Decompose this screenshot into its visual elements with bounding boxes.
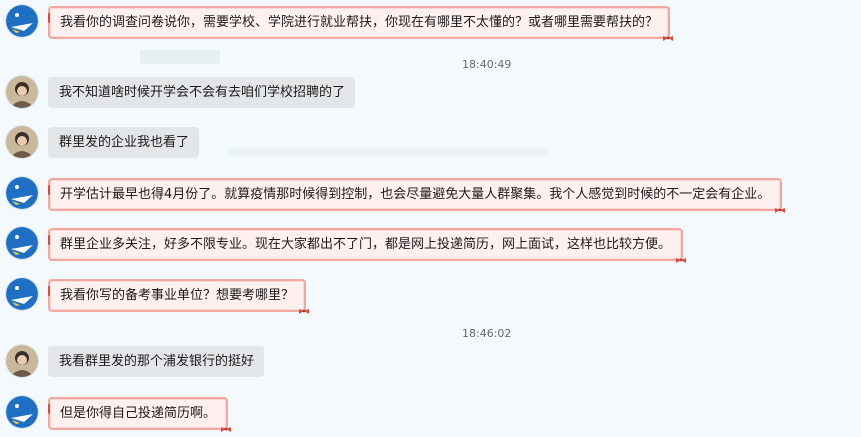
chat-message: 开学估计最早也得4月份了。就算疫情那时候得到控制，也会尽量避免大量人群聚集。我个… xyxy=(6,177,786,213)
timestamp: 18:40:49 xyxy=(462,58,512,71)
message-bubble[interactable]: 我看你的调查问卷说你，需要学校、学院进行就业帮扶，你现在有哪里不太懂的？或者哪里… xyxy=(48,6,674,41)
contact-avatar[interactable] xyxy=(6,177,38,209)
chat-message: 我不知道啥时候开学会不会有去咱们学校招聘的了 xyxy=(6,76,356,108)
contact-avatar[interactable] xyxy=(6,76,38,108)
message-text: 我看你写的备考事业单位？想要考哪里？ xyxy=(60,288,295,303)
contact-avatar[interactable] xyxy=(6,278,38,310)
bow-icon xyxy=(663,36,674,41)
message-bubble[interactable]: 我看群里发的那个浦发银行的挺好 xyxy=(48,346,265,377)
message-bubble[interactable]: 群里企业多关注，好多不限专业。现在大家都出不了门，都是网上投递简历，网上面试，这… xyxy=(48,228,687,263)
chat-message: 但是你得自己投递简历啊。 xyxy=(6,396,232,432)
message-bubble[interactable]: 开学估计最早也得4月份了。就算疫情那时候得到控制，也会尽量避免大量人群聚集。我个… xyxy=(48,178,786,213)
chat-message: 群里发的企业我也看了 xyxy=(6,126,200,158)
message-text: 我看群里发的那个浦发银行的挺好 xyxy=(59,354,255,369)
message-bubble[interactable]: 但是你得自己投递简历啊。 xyxy=(48,397,232,432)
blue-avatar-icon xyxy=(6,227,38,259)
message-text: 群里发的企业我也看了 xyxy=(59,135,190,150)
contact-avatar[interactable] xyxy=(6,227,38,259)
message-text: 我看你的调查问卷说你，需要学校、学院进行就业帮扶，你现在有哪里不太懂的？或者哪里… xyxy=(60,15,659,30)
bow-icon xyxy=(676,258,687,263)
message-text: 但是你得自己投递简历啊。 xyxy=(60,406,217,421)
message-text: 我不知道啥时候开学会不会有去咱们学校招聘的了 xyxy=(59,85,346,100)
blue-avatar-icon xyxy=(6,5,38,37)
blue-avatar-icon xyxy=(6,396,38,428)
message-bubble[interactable]: 我不知道啥时候开学会不会有去咱们学校招聘的了 xyxy=(48,77,356,108)
message-text: 群里企业多关注，好多不限专业。现在大家都出不了门，都是网上投递简历，网上面试，这… xyxy=(60,237,672,252)
chat-message: 群里企业多关注，好多不限专业。现在大家都出不了门，都是网上投递简历，网上面试，这… xyxy=(6,227,687,263)
contact-avatar[interactable] xyxy=(6,5,38,37)
message-bubble[interactable]: 群里发的企业我也看了 xyxy=(48,127,200,158)
bow-icon xyxy=(299,309,310,314)
chat-message: 我看你的调查问卷说你，需要学校、学院进行就业帮扶，你现在有哪里不太懂的？或者哪里… xyxy=(6,5,674,41)
photo-avatar-icon xyxy=(6,76,38,108)
timestamp: 18:46:02 xyxy=(462,327,512,340)
photo-avatar-icon xyxy=(6,126,38,158)
contact-avatar[interactable] xyxy=(6,126,38,158)
photo-avatar-icon xyxy=(6,345,38,377)
bow-icon xyxy=(775,208,786,213)
chat-message: 我看你写的备考事业单位？想要考哪里？ xyxy=(6,278,310,314)
background-ghost-text xyxy=(140,50,220,64)
contact-avatar[interactable] xyxy=(6,396,38,428)
contact-avatar[interactable] xyxy=(6,345,38,377)
blue-avatar-icon xyxy=(6,177,38,209)
chat-message: 我看群里发的那个浦发银行的挺好 xyxy=(6,345,265,377)
background-ghost-text xyxy=(228,148,548,156)
message-bubble[interactable]: 我看你写的备考事业单位？想要考哪里？ xyxy=(48,279,310,314)
bow-icon xyxy=(221,427,232,432)
message-text: 开学估计最早也得4月份了。就算疫情那时候得到控制，也会尽量避免大量人群聚集。我个… xyxy=(60,187,771,202)
blue-avatar-icon xyxy=(6,278,38,310)
